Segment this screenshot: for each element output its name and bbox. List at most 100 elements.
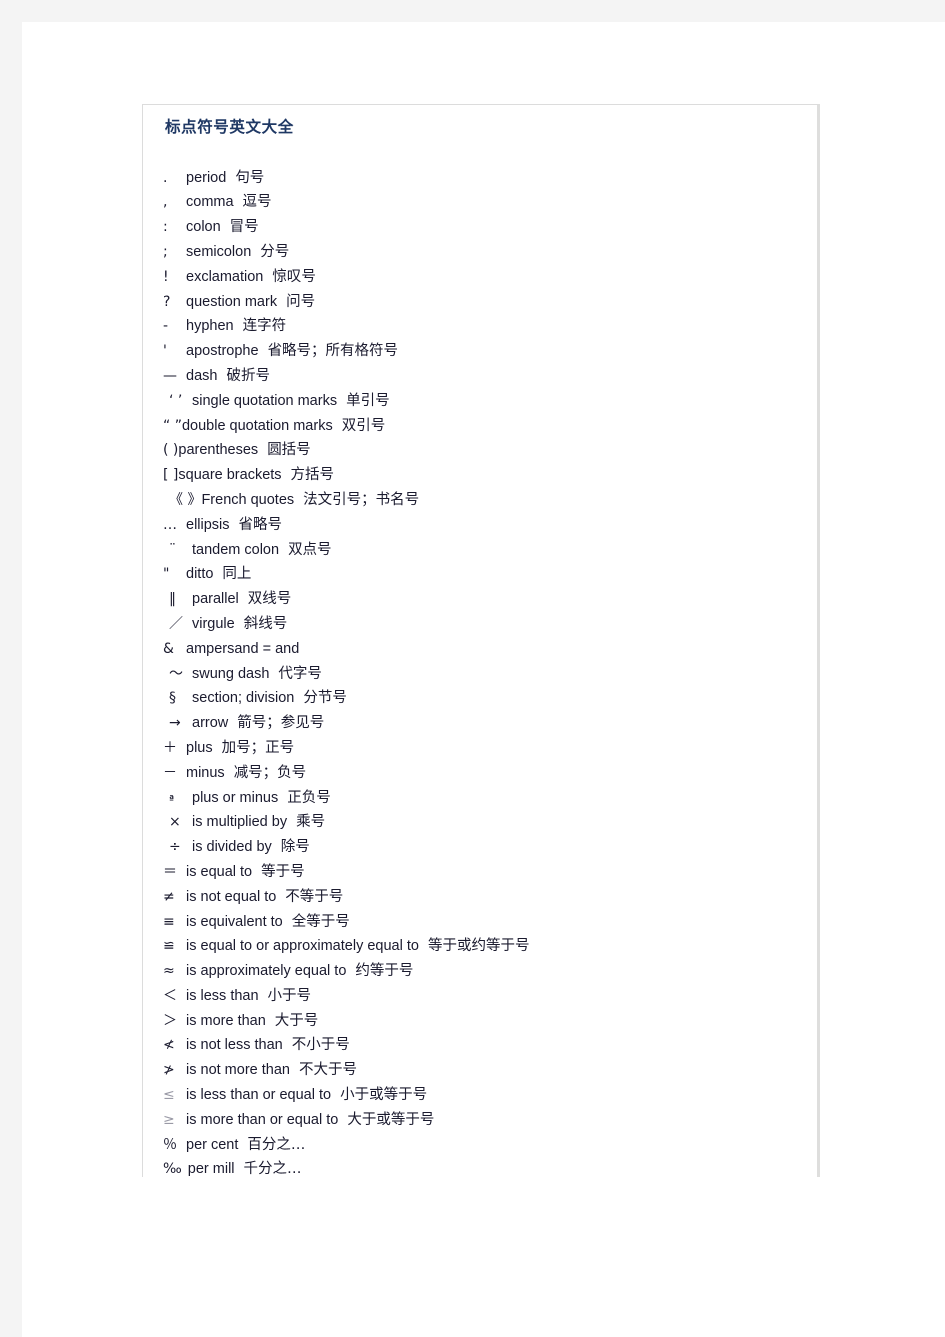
symbol-english-name: comma xyxy=(186,194,234,211)
symbol-english-name: is divided by xyxy=(192,839,272,856)
symbol-row: — dash 破折号 xyxy=(163,364,817,389)
symbol-row: ／ virgule 斜线号 xyxy=(163,612,817,637)
symbol-row: [ ] square brackets 方括号 xyxy=(163,463,817,488)
symbol-glyph: ≮ xyxy=(163,1037,175,1054)
symbol-glyph: , xyxy=(163,194,168,211)
symbol-chinese-name: 等于或约等于号 xyxy=(427,938,530,955)
symbol-chinese-name: 逗号 xyxy=(242,194,272,211)
symbol-row: ≥ is more than or equal to 大于或等于号 xyxy=(163,1108,817,1133)
symbol-glyph: ! xyxy=(163,268,169,285)
symbol-chinese-name: 法文引号；书名号 xyxy=(303,491,420,508)
symbol-chinese-name: 方括号 xyxy=(290,467,335,484)
symbol-chinese-name: 破折号 xyxy=(226,367,270,384)
symbol-glyph: ＞ xyxy=(163,1012,177,1029)
symbol-chinese-name: 全等于号 xyxy=(291,913,350,930)
symbol-chinese-name: 箭号；参见号 xyxy=(237,715,325,732)
symbol-english-name: is equivalent to xyxy=(186,913,283,930)
symbol-chinese-name: 双引号 xyxy=(341,417,386,434)
symbol-english-name: is not less than xyxy=(186,1037,283,1054)
symbol-row: ％ per cent 百分之… xyxy=(163,1133,817,1158)
symbol-row: ≠ is not equal to 不等于号 xyxy=(163,885,817,910)
viewer-gutter-left xyxy=(0,0,22,1337)
symbol-english-name: period xyxy=(186,169,227,186)
symbol-chinese-name: 约等于号 xyxy=(355,963,414,980)
content-frame: 标点符号英文大全 . period 句号, comma 逗号: colon 冒号; semic… xyxy=(142,104,820,1177)
symbol-glyph: ≈ xyxy=(163,963,175,980)
symbol-glyph: . xyxy=(163,169,168,186)
symbol-english-name: is multiplied by xyxy=(192,814,288,831)
symbol-row: ! exclamation 惊叹号 xyxy=(163,265,817,290)
symbol-row: ( ) parentheses 圆括号 xyxy=(163,438,817,463)
symbol-row: ÷ is divided by 除号 xyxy=(163,835,817,860)
symbol-row: ª plus or minus 正负号 xyxy=(163,786,817,811)
symbol-row: ＝ is equal to 等于号 xyxy=(163,860,817,885)
symbol-row: ≌ is equal to or approximately equal to 等于… xyxy=(163,934,817,959)
symbol-row: § section; division 分节号 xyxy=(163,686,817,711)
symbol-chinese-name: 双线号 xyxy=(247,591,292,608)
symbol-glyph: ≡ xyxy=(163,913,175,930)
symbol-english-name: is not more than xyxy=(186,1062,290,1079)
symbol-row: ‘ ’ single quotation marks 单引号 xyxy=(163,389,817,414)
symbol-row: － minus 减号；负号 xyxy=(163,761,817,786)
page-title: 标点符号英文大全 xyxy=(165,119,294,136)
symbol-chinese-name: 斜线号 xyxy=(243,615,288,632)
symbol-row: “ ” double quotation marks 双引号 xyxy=(163,414,817,439)
symbol-english-name: section; division xyxy=(192,690,295,707)
symbol-row: " ditto 同上 xyxy=(163,562,817,587)
symbol-glyph: ≯ xyxy=(163,1062,175,1079)
symbol-row: ; semicolon 分号 xyxy=(163,240,817,265)
symbol-chinese-name: 大于号 xyxy=(274,1012,319,1029)
symbol-chinese-name: 句号 xyxy=(235,169,265,186)
symbol-glyph: … xyxy=(163,516,177,533)
symbol-english-name: parentheses xyxy=(178,442,259,459)
symbol-row: → arrow 箭号；参见号 xyxy=(163,711,817,736)
symbol-glyph: ª xyxy=(169,794,175,805)
symbol-chinese-name: 分号 xyxy=(260,243,290,260)
symbol-glyph: § xyxy=(169,690,176,707)
symbol-english-name: semicolon xyxy=(186,243,252,260)
symbol-glyph: “ ” xyxy=(163,417,182,434)
symbol-glyph: ¨ xyxy=(169,541,176,558)
symbol-row: . period 句号 xyxy=(163,166,817,191)
viewer-gutter-top xyxy=(0,0,945,22)
symbol-english-name: ellipsis xyxy=(186,516,230,533)
symbol-english-name: is more than xyxy=(186,1012,266,1029)
symbol-chinese-name: 冒号 xyxy=(229,219,259,236)
symbol-english-name: parallel xyxy=(192,591,239,608)
symbol-english-name: is approximately equal to xyxy=(186,963,347,980)
symbol-glyph: ≠ xyxy=(163,888,175,905)
symbol-row: ? question mark 问号 xyxy=(163,290,817,315)
symbol-chinese-name: 不小于号 xyxy=(291,1037,350,1054)
symbol-chinese-name: 百分之… xyxy=(247,1136,306,1153)
symbol-glyph: — xyxy=(163,367,177,384)
symbol-chinese-name: 加号；正号 xyxy=(221,739,295,756)
symbol-chinese-name: 不大于号 xyxy=(298,1062,357,1079)
symbol-english-name: hyphen xyxy=(186,318,234,335)
symbol-row: × is multiplied by 乘号 xyxy=(163,810,817,835)
symbol-glyph: ( ) xyxy=(163,442,179,459)
symbol-english-name: ampersand = and xyxy=(186,640,300,657)
symbol-row: ≤ is less than or equal to 小于或等于号 xyxy=(163,1083,817,1108)
symbol-row: ‰ per mill 千分之… xyxy=(163,1157,817,1182)
symbol-english-name: virgule xyxy=(192,615,235,632)
symbol-chinese-name: 不等于号 xyxy=(285,888,344,905)
symbol-english-name: colon xyxy=(186,219,221,236)
symbol-chinese-name: 大于或等于号 xyxy=(347,1111,435,1128)
symbol-english-name: French quotes xyxy=(201,491,295,508)
symbol-row: ＞ is more than 大于号 xyxy=(163,1009,817,1034)
symbol-glyph: ＜ xyxy=(163,987,177,1004)
symbol-glyph: × xyxy=(169,814,181,831)
symbol-glyph: ‘ ’ xyxy=(169,392,183,409)
symbol-english-name: exclamation xyxy=(186,268,264,285)
symbol-english-name: is equal to xyxy=(186,863,253,880)
symbol-chinese-name: 小于或等于号 xyxy=(340,1087,428,1104)
symbol-chinese-name: 除号 xyxy=(280,839,310,856)
symbol-english-name: plus xyxy=(186,739,213,756)
symbol-english-name: single quotation marks xyxy=(192,392,338,409)
symbol-english-name: swung dash xyxy=(192,665,270,682)
symbol-glyph: ／ xyxy=(169,615,183,632)
symbol-row: - hyphen 连字符 xyxy=(163,314,817,339)
symbol-glyph: ? xyxy=(163,293,171,310)
symbol-glyph: ÷ xyxy=(169,839,181,856)
symbol-glyph: ' xyxy=(163,343,167,360)
